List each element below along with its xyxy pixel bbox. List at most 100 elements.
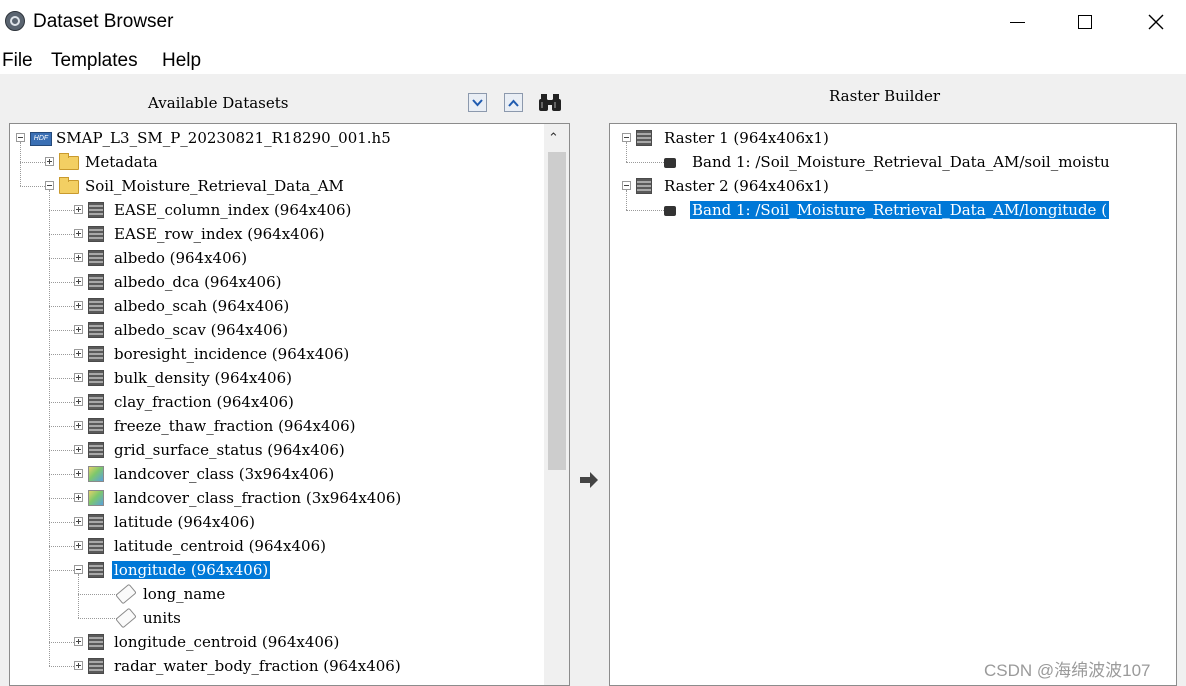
search-button[interactable] — [538, 90, 562, 114]
tree-node[interactable]: freeze_thaw_fraction (964x406) — [10, 414, 540, 438]
tree-node[interactable]: albedo_dca (964x406) — [10, 270, 540, 294]
expand-icon[interactable] — [74, 325, 83, 334]
expand-icon[interactable] — [74, 205, 83, 214]
maximize-icon — [1078, 15, 1092, 29]
tree-node[interactable]: EASE_row_index (964x406) — [10, 222, 540, 246]
expand-all-button[interactable] — [468, 93, 487, 112]
expand-icon[interactable] — [74, 493, 83, 502]
expand-icon[interactable] — [74, 637, 83, 646]
add-to-builder-button[interactable] — [578, 469, 600, 491]
expand-icon[interactable] — [74, 661, 83, 670]
expand-icon[interactable] — [74, 397, 83, 406]
maximize-button[interactable] — [1062, 0, 1108, 44]
collapse-all-button[interactable] — [504, 93, 523, 112]
raster-icon — [88, 394, 104, 410]
tree-node[interactable]: longitude (964x406) — [10, 558, 540, 582]
tree-node-label: albedo_dca (964x406) — [114, 273, 282, 291]
tree-node-label: grid_surface_status (964x406) — [114, 441, 345, 459]
binoculars-icon — [539, 94, 561, 111]
attribute-tag-icon — [115, 583, 137, 605]
close-button[interactable] — [1133, 0, 1179, 44]
menu-templates[interactable]: Templates — [51, 50, 138, 72]
watermark: CSDN @海绵波波107 — [984, 661, 1151, 680]
expand-icon[interactable] — [74, 445, 83, 454]
tree-node[interactable]: latitude (964x406) — [10, 510, 540, 534]
collapse-icon[interactable] — [622, 133, 631, 142]
tree-node[interactable]: longitude_centroid (964x406) — [10, 630, 540, 654]
raster-icon — [88, 274, 104, 290]
collapse-icon[interactable] — [45, 181, 54, 190]
expand-icon[interactable] — [74, 373, 83, 382]
tree-node-label: landcover_class_fraction (3x964x406) — [114, 489, 402, 507]
class-raster-icon — [88, 466, 104, 482]
collapse-icon[interactable] — [622, 181, 631, 190]
hdf-file-icon: HDF — [30, 132, 52, 146]
tree-node[interactable]: EASE_column_index (964x406) — [10, 198, 540, 222]
tree-node[interactable]: landcover_class (3x964x406) — [10, 462, 540, 486]
scroll-thumb[interactable] — [548, 152, 566, 470]
tree-node[interactable]: bulk_density (964x406) — [10, 366, 540, 390]
tree-root-node[interactable]: Raster 2 (964x406x1) — [610, 174, 1176, 198]
tree-node[interactable]: latitude_centroid (964x406) — [10, 534, 540, 558]
raster-icon — [88, 442, 104, 458]
expand-icon[interactable] — [74, 301, 83, 310]
raster-icon — [88, 322, 104, 338]
tree-node-label: Band 1: /Soil_Moisture_Retrieval_Data_AM… — [690, 201, 1110, 219]
tree-node-label: boresight_incidence (964x406) — [114, 345, 350, 363]
raster-icon — [88, 202, 104, 218]
tree-node[interactable]: landcover_class_fraction (3x964x406) — [10, 486, 540, 510]
collapse-icon[interactable] — [74, 565, 83, 574]
tree-node[interactable]: radar_water_body_fraction (964x406) — [10, 654, 540, 678]
expand-icon[interactable] — [74, 229, 83, 238]
tree-node-label: Soil_Moisture_Retrieval_Data_AM — [85, 177, 344, 195]
tree-root-node[interactable]: Raster 1 (964x406x1) — [610, 126, 1176, 150]
expand-icon[interactable] — [74, 349, 83, 358]
tree-node[interactable]: clay_fraction (964x406) — [10, 390, 540, 414]
raster-icon — [88, 346, 104, 362]
dataset-tree[interactable]: HDF SMAP_L3_SM_P_20230821_R18290_001.h5 Me… — [9, 123, 570, 686]
menu-file[interactable]: File — [2, 50, 33, 72]
close-icon — [1148, 14, 1164, 30]
tree-node[interactable]: Band 1: /Soil_Moisture_Retrieval_Data_AM… — [610, 198, 1176, 222]
raster-icon — [88, 298, 104, 314]
band-icon — [664, 206, 676, 216]
tree-attribute-node[interactable]: units — [10, 606, 540, 630]
collapse-icon[interactable] — [16, 133, 25, 142]
tree-node[interactable]: Soil_Moisture_Retrieval_Data_AM — [10, 174, 540, 198]
expand-icon[interactable] — [74, 541, 83, 550]
raster-icon — [88, 514, 104, 530]
expand-icon[interactable] — [74, 277, 83, 286]
tree-node[interactable]: Metadata — [10, 150, 540, 174]
tree-node[interactable]: albedo_scah (964x406) — [10, 294, 540, 318]
tree-scrollbar[interactable]: ⌃ — [544, 124, 569, 685]
tree-node-label: albedo (964x406) — [114, 249, 248, 267]
raster-icon — [88, 250, 104, 266]
tree-node-label: latitude (964x406) — [114, 513, 255, 531]
raster-builder-title: Raster Builder — [829, 87, 941, 105]
expand-icon[interactable] — [74, 517, 83, 526]
tree-node-label: bulk_density (964x406) — [114, 369, 292, 387]
expand-icon[interactable] — [74, 421, 83, 430]
tree-node-label: Metadata — [85, 153, 158, 171]
expand-icon[interactable] — [45, 157, 54, 166]
available-datasets-title: Available Datasets — [148, 94, 289, 112]
tree-node-label: clay_fraction (964x406) — [114, 393, 294, 411]
raster-icon — [88, 370, 104, 386]
tree-node[interactable]: grid_surface_status (964x406) — [10, 438, 540, 462]
expand-icon[interactable] — [74, 469, 83, 478]
menu-help[interactable]: Help — [162, 50, 201, 72]
chevron-down-icon — [472, 98, 483, 106]
tree-node[interactable]: Band 1: /Soil_Moisture_Retrieval_Data_AM… — [610, 150, 1176, 174]
arrow-right-icon — [580, 472, 598, 488]
tree-root-node[interactable]: HDF SMAP_L3_SM_P_20230821_R18290_001.h5 — [10, 126, 540, 150]
tree-node-label: longitude (964x406) — [112, 561, 271, 579]
scroll-up-icon[interactable]: ⌃ — [548, 130, 559, 146]
tree-node[interactable]: albedo_scav (964x406) — [10, 318, 540, 342]
tree-attribute-node[interactable]: long_name — [10, 582, 540, 606]
minimize-button[interactable] — [994, 0, 1040, 44]
expand-icon[interactable] — [74, 253, 83, 262]
tree-node[interactable]: boresight_incidence (964x406) — [10, 342, 540, 366]
raster-builder-tree[interactable]: Raster 1 (964x406x1) Band 1: /Soil_Moistu… — [609, 123, 1177, 686]
tree-node[interactable]: albedo (964x406) — [10, 246, 540, 270]
app-icon — [5, 11, 25, 31]
